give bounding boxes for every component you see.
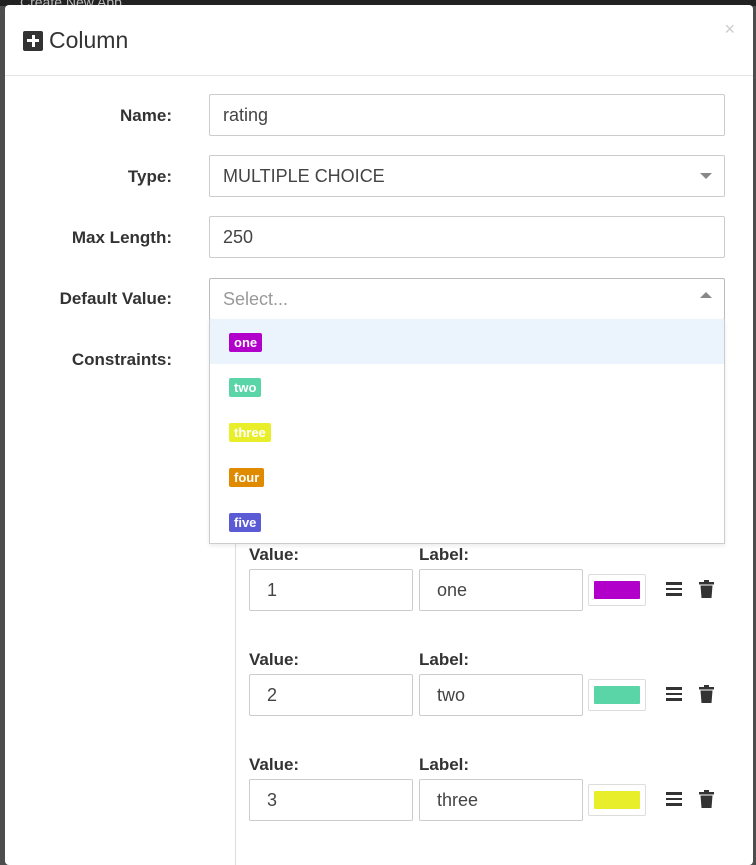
trash-icon[interactable] bbox=[699, 580, 714, 598]
dropdown-option[interactable]: four bbox=[210, 454, 724, 499]
name-input[interactable]: rating bbox=[209, 94, 725, 136]
label-input[interactable]: two bbox=[419, 674, 583, 716]
value-input[interactable]: 2 bbox=[249, 674, 413, 716]
option-tag: one bbox=[229, 333, 263, 352]
max-length-label: Max Length: bbox=[71, 228, 172, 247]
max-length-input[interactable]: 250 bbox=[209, 216, 725, 258]
close-icon[interactable]: × bbox=[724, 19, 735, 40]
color-picker[interactable] bbox=[588, 574, 646, 606]
chevron-down-icon bbox=[700, 173, 712, 179]
constraint-row: Value: Label: 2 two bbox=[236, 650, 753, 720]
type-label: Type: bbox=[127, 167, 172, 186]
default-value-label: Default Value: bbox=[59, 289, 172, 308]
type-select[interactable]: MULTIPLE CHOICE bbox=[209, 155, 725, 197]
trash-icon[interactable] bbox=[699, 790, 714, 808]
type-select-value: MULTIPLE CHOICE bbox=[223, 166, 385, 186]
option-tag: four bbox=[229, 468, 265, 487]
default-value-select[interactable]: Select... bbox=[209, 278, 725, 320]
name-label: Name: bbox=[120, 106, 172, 125]
constraints-label: Constraints: bbox=[71, 350, 172, 369]
value-label: Value: bbox=[249, 545, 300, 564]
constraint-row: Value: Label: 1 one bbox=[236, 545, 753, 615]
label-input[interactable]: three bbox=[419, 779, 583, 821]
value-label: Value: bbox=[249, 650, 300, 669]
default-value-dropdown: one two three four five bbox=[209, 319, 725, 544]
dropdown-option[interactable]: three bbox=[210, 409, 724, 454]
constraint-row: Value: Label: 3 three bbox=[236, 755, 753, 825]
modal-title-text: Column bbox=[49, 27, 129, 53]
value-label: Value: bbox=[249, 755, 300, 774]
modal-title: Column bbox=[23, 27, 128, 54]
color-picker[interactable] bbox=[588, 784, 646, 816]
option-tag: two bbox=[229, 378, 262, 397]
drag-handle-icon[interactable] bbox=[666, 582, 682, 596]
dropdown-option[interactable]: one bbox=[210, 319, 724, 364]
label-label: Label: bbox=[419, 545, 470, 564]
drag-handle-icon[interactable] bbox=[666, 687, 682, 701]
label-label: Label: bbox=[419, 650, 470, 669]
chevron-up-icon bbox=[700, 292, 712, 298]
color-picker[interactable] bbox=[588, 679, 646, 711]
default-value-placeholder: Select... bbox=[223, 289, 289, 309]
option-tag: three bbox=[229, 423, 271, 442]
label-input[interactable]: one bbox=[419, 569, 583, 611]
color-swatch bbox=[594, 791, 640, 809]
trash-icon[interactable] bbox=[699, 685, 714, 703]
color-swatch bbox=[594, 686, 640, 704]
option-tag: five bbox=[229, 513, 262, 532]
drag-handle-icon[interactable] bbox=[666, 792, 682, 806]
label-label: Label: bbox=[419, 755, 470, 774]
plus-square-icon bbox=[23, 30, 43, 51]
dropdown-option[interactable]: five bbox=[210, 499, 724, 544]
modal-header: Column × bbox=[5, 5, 753, 76]
value-input[interactable]: 1 bbox=[249, 569, 413, 611]
constraints-list: Value: Label: 1 one Value: Label: 2 two bbox=[235, 525, 753, 865]
dropdown-option[interactable]: two bbox=[210, 364, 724, 409]
value-input[interactable]: 3 bbox=[249, 779, 413, 821]
column-modal: Column × Name: rating Type: MULTIPLE CHO… bbox=[5, 5, 753, 865]
color-swatch bbox=[594, 581, 640, 599]
